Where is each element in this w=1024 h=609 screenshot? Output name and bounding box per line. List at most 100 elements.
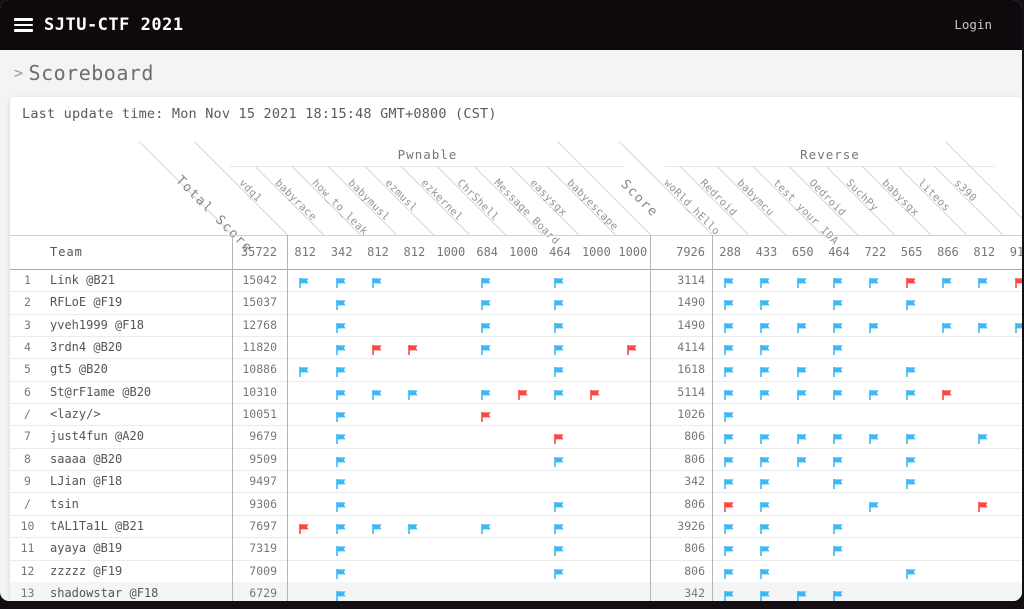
flag-icon (407, 520, 419, 532)
flag-icon (977, 274, 989, 286)
total-score-cell: 7009 (160, 560, 277, 582)
flag-icon (1014, 319, 1022, 331)
challenge-points: 912 (996, 236, 1022, 269)
flag-icon (723, 498, 735, 510)
flag-icon (868, 386, 880, 398)
flag-icon (335, 363, 347, 375)
challenge-header-label: SuchPy (843, 177, 880, 214)
pwn-score-cell: 4114 (605, 336, 705, 358)
rank-cell: 5 (10, 358, 45, 380)
flag-icon (832, 587, 844, 599)
flag-icon (759, 453, 771, 465)
flag-icon (335, 341, 347, 353)
flag-icon (335, 453, 347, 465)
flag-icon (335, 274, 347, 286)
team-name: yveh1999 @F18 (50, 314, 144, 336)
pwn-score-cell: 3926 (605, 515, 705, 537)
flag-icon (868, 274, 880, 286)
flag-icon (796, 386, 808, 398)
total-score-cell: 7319 (160, 537, 277, 559)
flag-icon (298, 363, 310, 375)
flag-icon (335, 542, 347, 554)
navbar: SJTU-CTF 2021 Login (0, 0, 1022, 50)
flag-icon (832, 319, 844, 331)
flag-icon (335, 520, 347, 532)
rank-cell: / (10, 493, 45, 515)
app-title[interactable]: SJTU-CTF 2021 (44, 0, 184, 50)
flag-icon (832, 430, 844, 442)
team-name: tAL1Ta1L @B21 (50, 515, 144, 537)
flag-icon (868, 319, 880, 331)
table-diagonal-header: PwnableReversevdq1babyracehow_to_leakbab… (10, 140, 1022, 235)
flag-icon (723, 341, 735, 353)
flag-icon (335, 386, 347, 398)
pwn-score-cell: 1490 (605, 314, 705, 336)
flag-icon (723, 363, 735, 375)
team-name: saaaa @B20 (50, 448, 122, 470)
team-row: /tsin9306806 (10, 493, 1022, 516)
menu-icon[interactable] (14, 18, 33, 33)
pwn-score-cell: 1026 (605, 403, 705, 425)
flag-icon (298, 274, 310, 286)
team-name: RFLoE @F19 (50, 291, 122, 313)
team-row: 43rdn4 @B20118204114 (10, 336, 1022, 359)
flag-icon (553, 430, 565, 442)
flag-icon (517, 386, 529, 398)
total-score-cell: 10310 (160, 381, 277, 403)
rank-cell: 10 (10, 515, 45, 537)
team-row: 8saaaa @B209509806 (10, 448, 1022, 471)
total-score-cell: 9679 (160, 425, 277, 447)
flag-icon (977, 498, 989, 510)
rank-cell: 8 (10, 448, 45, 470)
flag-icon (759, 430, 771, 442)
flag-icon (796, 274, 808, 286)
flag-icon (905, 565, 917, 577)
flag-icon (480, 341, 492, 353)
flag-icon (1014, 274, 1022, 286)
flag-icon (759, 341, 771, 353)
flag-icon (759, 587, 771, 599)
flag-icon (371, 341, 383, 353)
flag-icon (335, 296, 347, 308)
flag-icon (553, 363, 565, 375)
login-link[interactable]: Login (954, 0, 992, 50)
column-divider (650, 235, 651, 601)
flag-icon (905, 453, 917, 465)
team-row: 12zzzzz @F197009806 (10, 560, 1022, 583)
flag-icon (553, 386, 565, 398)
challenge-header-label: liteos (916, 177, 953, 214)
flag-icon (759, 319, 771, 331)
flag-icon (941, 274, 953, 286)
total-score-cell: 7697 (160, 515, 277, 537)
flag-icon (335, 408, 347, 420)
rank-cell: 6 (10, 381, 45, 403)
flag-icon (407, 341, 419, 353)
team-name: shadowstar @F18 (50, 582, 158, 601)
flag-icon (905, 363, 917, 375)
team-name: LJian @F18 (50, 470, 122, 492)
flag-icon (480, 520, 492, 532)
pwn-score-cell: 1490 (605, 291, 705, 313)
flag-icon (480, 408, 492, 420)
total-score-cell: 10886 (160, 358, 277, 380)
team-row: 7just4fun @A209679806 (10, 425, 1022, 448)
total-score-cell: 12768 (160, 314, 277, 336)
flag-icon (335, 475, 347, 487)
breadcrumb-arrow-icon: > (14, 64, 24, 82)
flag-icon (832, 296, 844, 308)
pwn-score-cell: 806 (605, 425, 705, 447)
flag-icon (832, 341, 844, 353)
flag-icon (371, 386, 383, 398)
page-title: Scoreboard (29, 61, 154, 85)
flag-icon (941, 319, 953, 331)
flag-icon (759, 565, 771, 577)
flag-icon (832, 520, 844, 532)
team-name: Link @B21 (50, 269, 115, 291)
challenge-header-label: s390 (952, 177, 979, 204)
rank-cell: / (10, 403, 45, 425)
last-update-text: Last update time: Mon Nov 15 2021 18:15:… (22, 106, 497, 122)
challenge-header-label: vdq1 (237, 177, 264, 204)
flag-icon (335, 587, 347, 599)
team-row: 1Link @B21150423114 (10, 269, 1022, 292)
team-row: 10tAL1Ta1L @B21 7697 3926 (10, 515, 1022, 538)
